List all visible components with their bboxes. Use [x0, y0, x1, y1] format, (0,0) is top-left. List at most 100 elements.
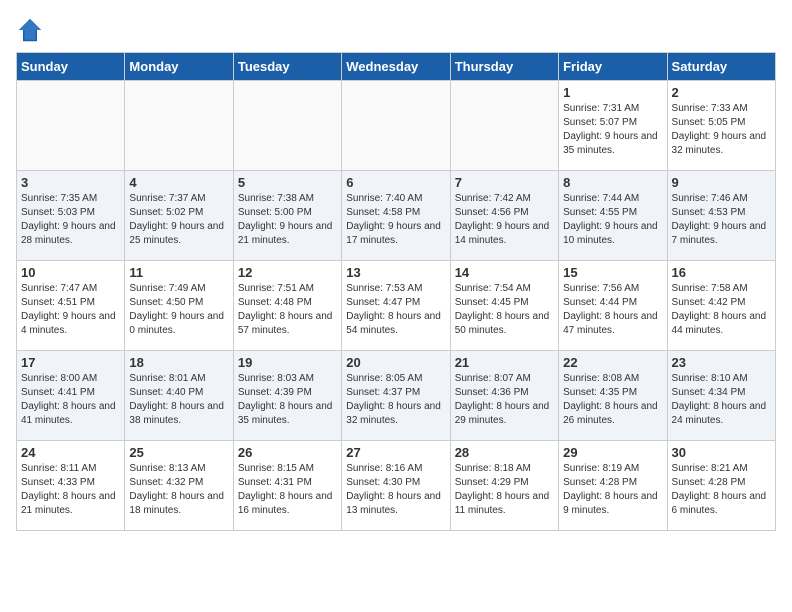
day-info: Sunrise: 7:47 AM Sunset: 4:51 PM Dayligh… [21, 282, 120, 338]
calendar-cell: 13 Sunrise: 7:53 AM Sunset: 4:47 PM Dayli… [342, 261, 450, 351]
day-number: 23 [672, 355, 771, 370]
day-number: 11 [129, 265, 228, 280]
day-info: Sunrise: 8:05 AM Sunset: 4:37 PM Dayligh… [346, 372, 445, 428]
day-info: Sunrise: 7:58 AM Sunset: 4:42 PM Dayligh… [672, 282, 771, 338]
calendar-cell: 23 Sunrise: 8:10 AM Sunset: 4:34 PM Dayli… [667, 351, 775, 441]
day-number: 14 [455, 265, 554, 280]
calendar-cell: 28 Sunrise: 8:18 AM Sunset: 4:29 PM Dayli… [450, 441, 558, 531]
weekday-header-tuesday: Tuesday [233, 53, 341, 81]
calendar-cell [342, 81, 450, 171]
calendar-cell: 19Sunrise: 8:03 AM Sunset: 4:39 PM Dayli… [233, 351, 341, 441]
calendar-table: SundayMondayTuesdayWednesdayThursdayFrid… [16, 52, 776, 531]
day-info: Sunrise: 7:54 AM Sunset: 4:45 PM Dayligh… [455, 282, 554, 338]
day-number: 24 [21, 445, 120, 460]
day-number: 22 [563, 355, 662, 370]
day-number: 3 [21, 175, 120, 190]
day-info: Sunrise: 7:38 AM Sunset: 5:00 PM Dayligh… [238, 192, 337, 248]
day-number: 9 [672, 175, 771, 190]
day-info: Sunrise: 8:19 AM Sunset: 4:28 PM Dayligh… [563, 462, 662, 518]
calendar-cell: 4 Sunrise: 7:37 AM Sunset: 5:02 PM Daylig… [125, 171, 233, 261]
weekday-header-thursday: Thursday [450, 53, 558, 81]
day-number: 17 [21, 355, 120, 370]
day-number: 13 [346, 265, 445, 280]
calendar-cell: 17 Sunrise: 8:00 AM Sunset: 4:41 PM Dayli… [17, 351, 125, 441]
day-info: Sunrise: 7:53 AM Sunset: 4:47 PM Dayligh… [346, 282, 445, 338]
calendar-cell: 3 Sunrise: 7:35 AM Sunset: 5:03 PM Daylig… [17, 171, 125, 261]
day-number: 25 [129, 445, 228, 460]
calendar-cell: 15 Sunrise: 7:56 AM Sunset: 4:44 PM Dayli… [559, 261, 667, 351]
calendar-cell: 6 Sunrise: 7:40 AM Sunset: 4:58 PM Daylig… [342, 171, 450, 261]
weekday-header-sunday: Sunday [17, 53, 125, 81]
calendar-cell: 20 Sunrise: 8:05 AM Sunset: 4:37 PM Dayli… [342, 351, 450, 441]
calendar-cell: 25 Sunrise: 8:13 AM Sunset: 4:32 PM Dayli… [125, 441, 233, 531]
calendar-week-row: 1Sunrise: 7:31 AM Sunset: 5:07 PM Daylig… [17, 81, 776, 171]
calendar-cell: 5 Sunrise: 7:38 AM Sunset: 5:00 PM Daylig… [233, 171, 341, 261]
day-number: 7 [455, 175, 554, 190]
day-info: Sunrise: 7:37 AM Sunset: 5:02 PM Dayligh… [129, 192, 228, 248]
day-info: Sunrise: 8:10 AM Sunset: 4:34 PM Dayligh… [672, 372, 771, 428]
calendar-cell: 22 Sunrise: 8:08 AM Sunset: 4:35 PM Dayli… [559, 351, 667, 441]
day-info: Sunrise: 7:51 AM Sunset: 4:48 PM Dayligh… [238, 282, 337, 338]
day-number: 12 [238, 265, 337, 280]
day-number: 8 [563, 175, 662, 190]
day-number: 15 [563, 265, 662, 280]
calendar-cell: 26 Sunrise: 8:15 AM Sunset: 4:31 PM Dayli… [233, 441, 341, 531]
calendar-cell: 1Sunrise: 7:31 AM Sunset: 5:07 PM Daylig… [559, 81, 667, 171]
calendar-cell: 14 Sunrise: 7:54 AM Sunset: 4:45 PM Dayli… [450, 261, 558, 351]
day-info: Sunrise: 7:35 AM Sunset: 5:03 PM Dayligh… [21, 192, 120, 248]
weekday-header-row: SundayMondayTuesdayWednesdayThursdayFrid… [17, 53, 776, 81]
weekday-header-monday: Monday [125, 53, 233, 81]
day-number: 20 [346, 355, 445, 370]
day-info: Sunrise: 8:11 AM Sunset: 4:33 PM Dayligh… [21, 462, 120, 518]
page-header [16, 16, 776, 44]
day-info: Sunrise: 7:31 AM Sunset: 5:07 PM Dayligh… [563, 102, 662, 158]
logo-icon [16, 16, 44, 44]
calendar-cell: 16 Sunrise: 7:58 AM Sunset: 4:42 PM Dayli… [667, 261, 775, 351]
day-info: Sunrise: 8:21 AM Sunset: 4:28 PM Dayligh… [672, 462, 771, 518]
day-info: Sunrise: 7:44 AM Sunset: 4:55 PM Dayligh… [563, 192, 662, 248]
day-info: Sunrise: 7:56 AM Sunset: 4:44 PM Dayligh… [563, 282, 662, 338]
day-info: Sunrise: 7:46 AM Sunset: 4:53 PM Dayligh… [672, 192, 771, 248]
calendar-week-row: 3 Sunrise: 7:35 AM Sunset: 5:03 PM Daylig… [17, 171, 776, 261]
calendar-cell: 12 Sunrise: 7:51 AM Sunset: 4:48 PM Dayli… [233, 261, 341, 351]
day-number: 26 [238, 445, 337, 460]
day-number: 28 [455, 445, 554, 460]
calendar-cell: 30 Sunrise: 8:21 AM Sunset: 4:28 PM Dayli… [667, 441, 775, 531]
day-number: 6 [346, 175, 445, 190]
day-info: Sunrise: 8:08 AM Sunset: 4:35 PM Dayligh… [563, 372, 662, 428]
day-info: Sunrise: 7:33 AM Sunset: 5:05 PM Dayligh… [672, 102, 771, 158]
day-info: Sunrise: 8:03 AM Sunset: 4:39 PM Dayligh… [238, 372, 337, 428]
day-info: Sunrise: 8:18 AM Sunset: 4:29 PM Dayligh… [455, 462, 554, 518]
day-number: 2 [672, 85, 771, 100]
weekday-header-saturday: Saturday [667, 53, 775, 81]
calendar-week-row: 24 Sunrise: 8:11 AM Sunset: 4:33 PM Dayli… [17, 441, 776, 531]
day-number: 16 [672, 265, 771, 280]
calendar-cell [450, 81, 558, 171]
calendar-week-row: 17 Sunrise: 8:00 AM Sunset: 4:41 PM Dayli… [17, 351, 776, 441]
day-info: Sunrise: 8:07 AM Sunset: 4:36 PM Dayligh… [455, 372, 554, 428]
calendar-cell: 18 Sunrise: 8:01 AM Sunset: 4:40 PM Dayli… [125, 351, 233, 441]
calendar-cell: 2 Sunrise: 7:33 AM Sunset: 5:05 PM Daylig… [667, 81, 775, 171]
calendar-cell [233, 81, 341, 171]
day-info: Sunrise: 8:13 AM Sunset: 4:32 PM Dayligh… [129, 462, 228, 518]
day-info: Sunrise: 7:49 AM Sunset: 4:50 PM Dayligh… [129, 282, 228, 338]
day-number: 5 [238, 175, 337, 190]
weekday-header-friday: Friday [559, 53, 667, 81]
calendar-cell: 9 Sunrise: 7:46 AM Sunset: 4:53 PM Daylig… [667, 171, 775, 261]
day-number: 4 [129, 175, 228, 190]
calendar-cell: 21Sunrise: 8:07 AM Sunset: 4:36 PM Dayli… [450, 351, 558, 441]
day-info: Sunrise: 8:16 AM Sunset: 4:30 PM Dayligh… [346, 462, 445, 518]
calendar-cell: 8 Sunrise: 7:44 AM Sunset: 4:55 PM Daylig… [559, 171, 667, 261]
logo [16, 16, 48, 44]
day-number: 18 [129, 355, 228, 370]
day-info: Sunrise: 8:01 AM Sunset: 4:40 PM Dayligh… [129, 372, 228, 428]
day-info: Sunrise: 8:00 AM Sunset: 4:41 PM Dayligh… [21, 372, 120, 428]
day-number: 30 [672, 445, 771, 460]
calendar-week-row: 10Sunrise: 7:47 AM Sunset: 4:51 PM Dayli… [17, 261, 776, 351]
day-info: Sunrise: 8:15 AM Sunset: 4:31 PM Dayligh… [238, 462, 337, 518]
calendar-cell: 27Sunrise: 8:16 AM Sunset: 4:30 PM Dayli… [342, 441, 450, 531]
calendar-cell: 29Sunrise: 8:19 AM Sunset: 4:28 PM Dayli… [559, 441, 667, 531]
calendar-cell: 24 Sunrise: 8:11 AM Sunset: 4:33 PM Dayli… [17, 441, 125, 531]
calendar-cell: 7Sunrise: 7:42 AM Sunset: 4:56 PM Daylig… [450, 171, 558, 261]
day-info: Sunrise: 7:40 AM Sunset: 4:58 PM Dayligh… [346, 192, 445, 248]
